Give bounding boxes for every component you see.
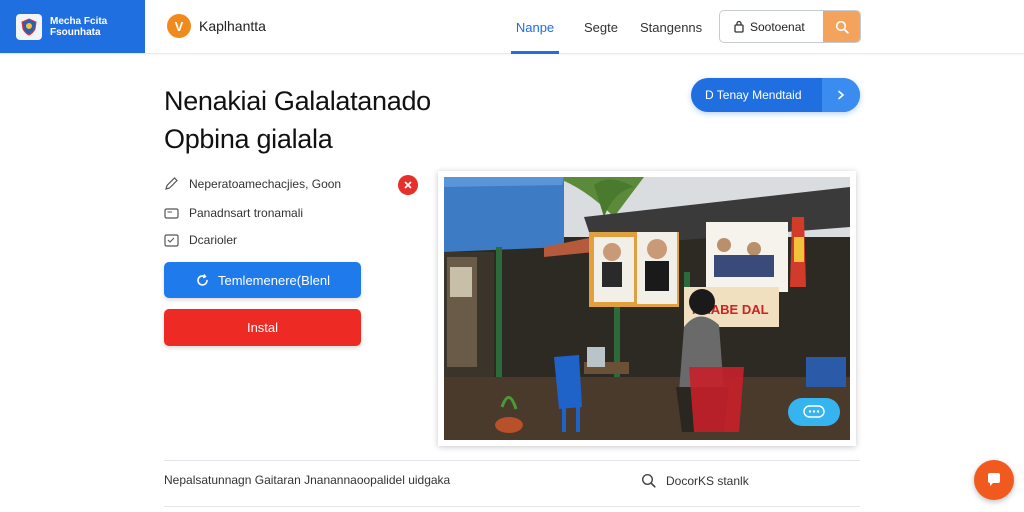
search-button[interactable] bbox=[823, 11, 860, 42]
search-box bbox=[719, 10, 861, 43]
calendar-icon bbox=[164, 234, 179, 247]
chat-fab-button[interactable] bbox=[974, 460, 1014, 500]
brand-badge[interactable]: Mecha Fcita Fsounhata bbox=[0, 0, 145, 53]
install-button[interactable]: Instal bbox=[164, 309, 361, 346]
divider-bottom bbox=[164, 506, 860, 507]
pencil-icon bbox=[165, 177, 178, 190]
detail-row-category: Panadnsart tronamali bbox=[164, 206, 303, 220]
brand-line-2: Fsounhata bbox=[50, 26, 101, 38]
market-stall-photo[interactable]: NAABE DAL bbox=[444, 177, 850, 440]
search-input[interactable] bbox=[720, 11, 824, 42]
page-title: Nenakiai Galalatanado Opbina gialala bbox=[164, 82, 431, 158]
app-logo-icon[interactable]: V bbox=[167, 14, 191, 38]
detail-row-author: Neperatoamechacjies, Goon bbox=[164, 176, 341, 191]
search-icon bbox=[835, 20, 849, 34]
brand-line-1: Mecha Fcita bbox=[50, 15, 108, 27]
primary-action-button[interactable]: Temlemenere(Blenl bbox=[164, 262, 361, 298]
title-line-1: Nenakiai Galalatanado bbox=[164, 86, 431, 116]
download-button[interactable]: D Tenay Mendtaid bbox=[691, 78, 860, 112]
close-icon[interactable] bbox=[398, 175, 418, 195]
nav-tab-stangenns[interactable]: Stangenns bbox=[640, 0, 702, 54]
search-icon bbox=[641, 473, 656, 488]
chevron-right-icon bbox=[822, 78, 860, 112]
refresh-icon bbox=[197, 273, 208, 286]
footer-text: Nepalsatunnagn Gaitaran Jnanannaoopalide… bbox=[164, 473, 451, 487]
divider-top bbox=[164, 460, 860, 461]
chat-icon bbox=[988, 473, 1000, 486]
emblem-icon bbox=[16, 13, 42, 40]
footer-search-link[interactable]: DocorKS stanlk bbox=[641, 473, 749, 488]
detail-text-author: Neperatoamechacjies, Goon bbox=[189, 176, 342, 191]
install-button-label: Instal bbox=[246, 320, 279, 335]
detail-text-date: Dcarioler bbox=[189, 233, 238, 247]
detail-text-category: Panadnsart tronamali bbox=[189, 206, 304, 220]
detail-row-date: Dcarioler bbox=[164, 233, 237, 247]
primary-action-label: Temlemenere(Blenl bbox=[218, 272, 330, 288]
download-button-label: D Tenay Mendtaid bbox=[705, 88, 802, 102]
chat-bubble-icon[interactable] bbox=[788, 398, 840, 426]
title-line-2: Opbina gialala bbox=[164, 124, 333, 154]
card-icon bbox=[164, 207, 179, 219]
nav-tab-home[interactable]: Nanpe bbox=[511, 0, 559, 54]
app-name[interactable]: Kaplhantta bbox=[199, 18, 266, 34]
footer-search-label: DocorKS stanlk bbox=[666, 473, 749, 488]
top-navigation-bar: Mecha Fcita Fsounhata V Kaplhantta Nanpe… bbox=[0, 0, 1024, 54]
nav-tab-segte[interactable]: Segte bbox=[584, 0, 618, 54]
